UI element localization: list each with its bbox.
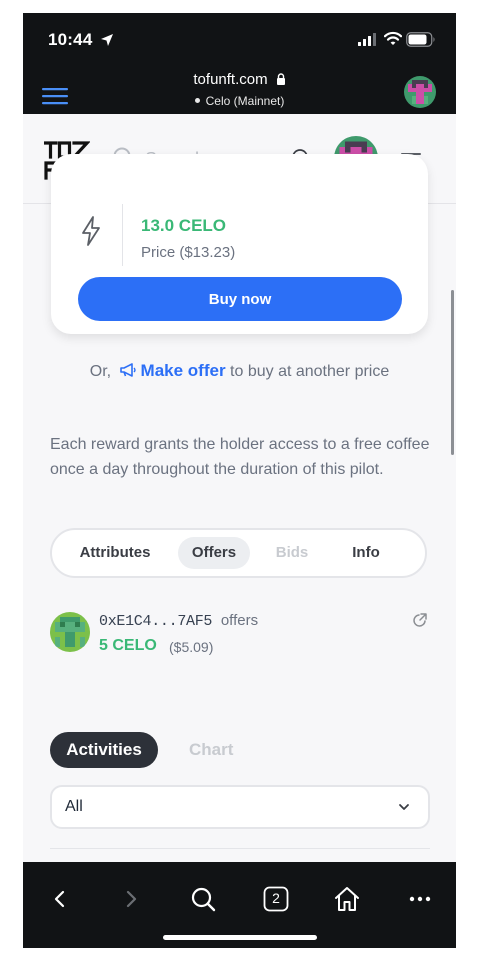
offerer-address[interactable]: 0xE1C4...7AF5 [99,613,212,630]
tabs-button[interactable]: 2 [263,886,289,912]
more-options-icon[interactable] [407,886,433,912]
domain-text: tofunft.com [193,71,268,88]
battery-icon [406,32,435,47]
home-icon[interactable] [334,886,360,912]
tab-offers[interactable]: Offers [178,537,250,569]
offer-address-line: 0xE1C4...7AF5 offers [99,612,258,630]
section-divider [50,848,430,849]
tabs-count: 2 [272,890,280,906]
tab-bids[interactable]: Bids [264,537,320,569]
buy-now-button[interactable]: Buy now [78,277,402,321]
chevron-down-icon [399,804,409,810]
price-divider [122,204,123,266]
detail-tabs: Attributes Offers Bids Info [50,528,427,578]
tab-chart[interactable]: Chart [189,732,233,768]
search-icon[interactable] [190,886,216,912]
make-offer-link[interactable]: Make offer [141,361,226,380]
price-usd: Price ($13.23) [141,244,236,261]
network-dot-icon [194,98,200,103]
forward-chevron-icon[interactable] [118,886,144,912]
activity-filter-select[interactable]: All [50,785,430,829]
megaphone-icon[interactable] [119,363,137,377]
home-indicator[interactable] [163,935,317,940]
tab-info[interactable]: Info [336,537,396,569]
activity-filter-value: All [65,798,83,815]
cellular-signal-icon [358,33,376,46]
offer-amount: 5 CELO [99,637,157,654]
make-offer-line: Or, Make offer to buy at another price [23,361,456,381]
browser-address-bar: tofunft.com Celo (Mainnet) [23,65,456,115]
offer-list-item: 0xE1C4...7AF5 offers 5 CELO ($5.09) [50,612,430,662]
offer-suffix: to buy at another price [230,363,390,380]
phone-screen: 10:44 tofunft.com Celo (Mainnet) Search.… [23,13,456,948]
offer-action-label: offers [220,612,259,629]
url-domain[interactable]: tofunft.com [23,71,456,88]
web-content: 13.0 CELO Price ($13.23) Buy now Or, Mak… [23,114,456,862]
page-scrollbar[interactable] [451,290,454,455]
tab-attributes[interactable]: Attributes [62,537,168,569]
nft-description: Each reward grants the holder access to … [50,436,430,478]
status-time: 10:44 [48,30,93,49]
offer-usd: ($5.09) [169,639,214,655]
offer-prefix: Or, [89,363,112,380]
status-bar: 10:44 [23,13,456,65]
tab-activities[interactable]: Activities [50,732,158,768]
network-indicator: Celo (Mainnet) [23,94,456,108]
external-link-icon[interactable] [412,612,428,628]
price-celo: 13.0 CELO [141,216,227,235]
browser-toolbar: 2 [23,862,456,948]
network-label: Celo (Mainnet) [205,94,285,108]
lock-icon [276,73,285,85]
wallet-avatar[interactable] [404,76,436,108]
offerer-avatar[interactable] [50,612,90,652]
location-arrow-icon [101,34,113,46]
lightning-bolt-icon [82,216,100,246]
wifi-icon [384,31,402,45]
buy-card: 13.0 CELO Price ($13.23) Buy now [51,154,428,334]
back-chevron-icon[interactable] [47,886,73,912]
